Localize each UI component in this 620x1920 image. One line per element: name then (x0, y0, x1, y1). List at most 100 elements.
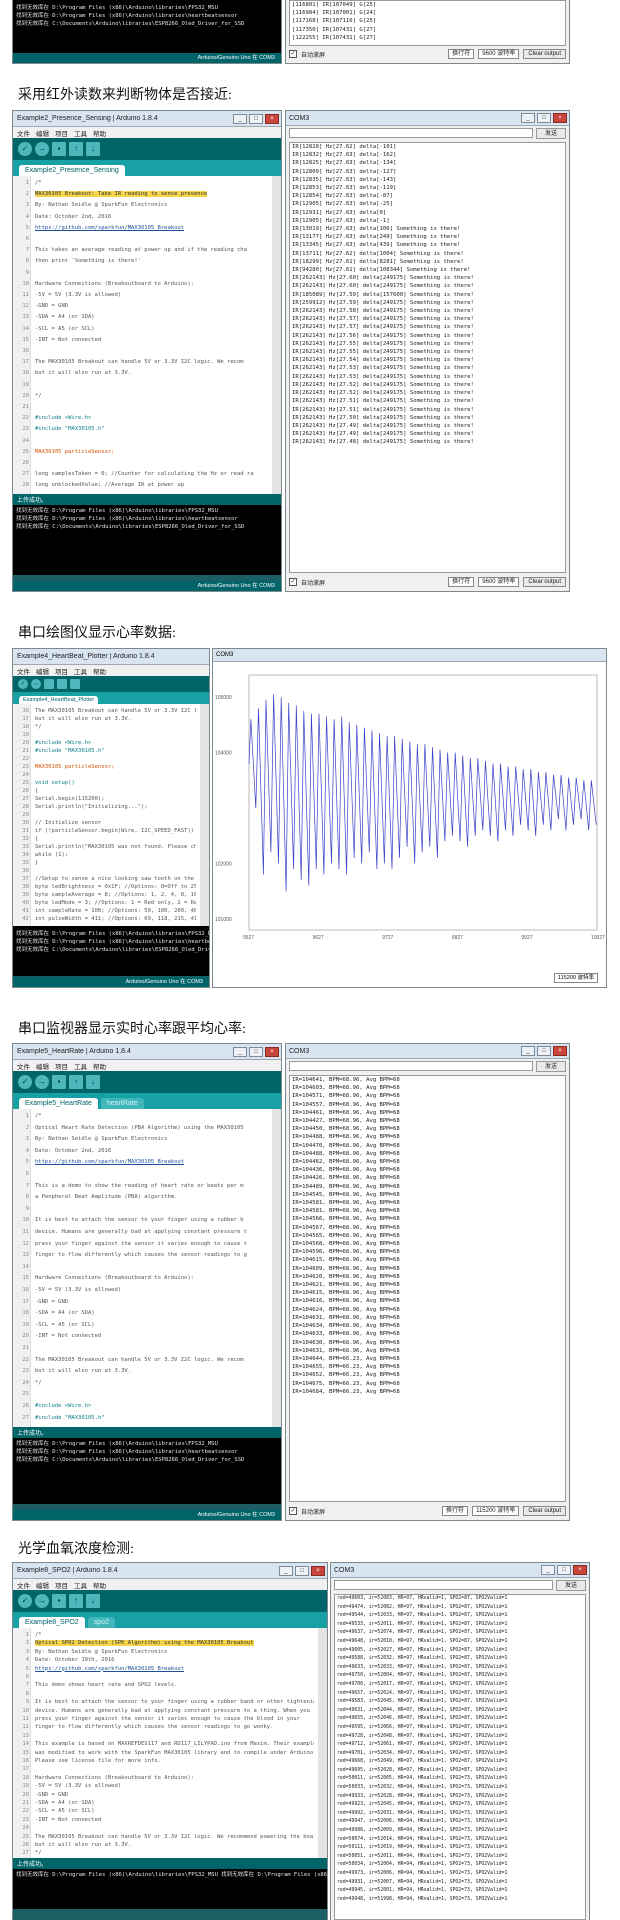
verify-icon[interactable]: ✓ (18, 1075, 32, 1089)
minimize-button[interactable]: _ (233, 1046, 247, 1057)
menu-item[interactable]: 文件 (17, 1580, 30, 1590)
code-editor[interactable]: 1 /* 2 Optical Heart Rate Detection (PBA A… (13, 1109, 281, 1427)
close-button[interactable]: × (265, 113, 279, 124)
menu-item[interactable]: 项目 (55, 1580, 68, 1590)
menu-item[interactable]: 项目 (55, 666, 68, 676)
menu-item[interactable]: 工具 (74, 666, 87, 676)
menu-item[interactable]: 编辑 (36, 666, 49, 676)
verify-icon[interactable]: ✓ (18, 142, 32, 156)
line-ending-select[interactable]: 换行符 (442, 1506, 469, 1516)
minimize-button[interactable]: _ (279, 1565, 293, 1576)
close-button[interactable]: × (573, 1565, 587, 1575)
menu-item[interactable]: 文件 (17, 128, 30, 138)
minimize-button[interactable]: _ (541, 1565, 555, 1575)
code-line: -GND = GND (35, 1298, 69, 1305)
menu-item[interactable]: 帮助 (93, 666, 106, 676)
code-line: Date: October 2nd, 2016 (35, 1147, 112, 1154)
code-editor[interactable]: 1 /* 2 MAX30105 Breakout: Take IR reading … (13, 176, 281, 494)
maximize-button[interactable]: □ (557, 1565, 571, 1575)
clear-output-button[interactable]: Clear output (523, 49, 566, 59)
upload-icon[interactable]: → (35, 1594, 49, 1608)
menu-item[interactable]: 项目 (55, 128, 68, 138)
serial-input[interactable] (289, 128, 533, 138)
open-icon[interactable]: ↑ (69, 1594, 83, 1608)
verify-icon[interactable]: ✓ (18, 1594, 32, 1608)
toolbar: ✓ → (13, 676, 209, 692)
line-ending-select[interactable]: 换行符 (448, 49, 475, 59)
open-icon[interactable] (57, 679, 67, 689)
open-icon[interactable]: ↑ (69, 1075, 83, 1089)
tab-sketch[interactable]: Example5_HeartRate (19, 1098, 98, 1109)
baud-select[interactable]: 9600 波特率 (478, 577, 520, 587)
maximize-button[interactable]: □ (537, 113, 551, 123)
clear-output-button[interactable]: Clear output (523, 577, 566, 587)
menu-item[interactable]: 编辑 (36, 1061, 49, 1071)
line-number: 21 (22, 748, 29, 754)
upload-icon[interactable]: → (35, 142, 49, 156)
serial-line: IR=104644, BPM=66.23, Avg BPM=68 (292, 1355, 400, 1362)
verify-icon[interactable]: ✓ (18, 679, 28, 689)
send-button[interactable]: 发送 (556, 1579, 586, 1591)
ide-footer: Arduino/Genuino Uno 在 COM3 (13, 977, 209, 987)
menu-item[interactable]: 帮助 (93, 1061, 106, 1071)
serial-input[interactable] (289, 1061, 533, 1071)
serial-line: IR=104489, BPM=68.96, Avg BPM=68 (292, 1183, 400, 1190)
line-ending-select[interactable]: 换行符 (448, 577, 475, 587)
line-number: 31 (22, 828, 29, 834)
plotter-baud-select[interactable]: 115200 波特率 (554, 973, 598, 983)
serial-line: IR=104488, BPM=68.96, Avg BPM=68 (292, 1150, 400, 1157)
autoscroll-checkbox[interactable]: ✓ (289, 578, 297, 586)
upload-icon[interactable]: → (35, 1075, 49, 1089)
new-icon[interactable]: ▪ (52, 1075, 66, 1089)
maximize-button[interactable]: □ (249, 113, 263, 124)
menu-item[interactable]: 文件 (17, 666, 30, 676)
code-editor[interactable]: 16 The MAX30105 Breakout can handle 5V o… (13, 704, 209, 926)
tab-sketch[interactable]: Example4_HeartBeat_Plotter (19, 696, 99, 704)
menu-item[interactable]: 项目 (55, 1061, 68, 1071)
save-icon[interactable]: ↓ (86, 142, 100, 156)
menu-item[interactable]: 帮助 (93, 1580, 106, 1590)
new-icon[interactable]: ▪ (52, 1594, 66, 1608)
minimize-button[interactable]: _ (233, 113, 247, 124)
close-button[interactable]: × (553, 1046, 567, 1056)
minimize-button[interactable]: _ (521, 113, 535, 123)
tab-sketch[interactable]: Example8_SPO2 (19, 1617, 85, 1628)
autoscroll-checkbox[interactable]: ✓ (289, 1507, 297, 1515)
maximize-button[interactable]: □ (295, 1565, 309, 1576)
maximize-button[interactable]: □ (537, 1046, 551, 1056)
menu-item[interactable]: 工具 (74, 1061, 87, 1071)
tab-spo2[interactable]: spo2 (87, 1617, 115, 1628)
save-icon[interactable] (70, 679, 80, 689)
menu-item[interactable]: 编辑 (36, 1580, 49, 1590)
close-button[interactable]: × (265, 1046, 279, 1057)
tab-heartrate[interactable]: heartRate (100, 1098, 144, 1109)
send-button[interactable]: 发送 (536, 127, 566, 139)
new-icon[interactable] (44, 679, 54, 689)
close-button[interactable]: × (311, 1565, 325, 1576)
upload-icon[interactable]: → (31, 679, 41, 689)
code-line: Hardware Connections (Breakoutboard to A… (35, 1774, 194, 1781)
serial-line: red=49588, ir=52032, HR=97, HRvalid=1, S… (337, 1656, 508, 1662)
menu-item[interactable]: 工具 (74, 1580, 87, 1590)
serial-input[interactable] (334, 1580, 553, 1590)
menu-item[interactable]: 帮助 (93, 128, 106, 138)
tab-sketch[interactable]: Example2_Presence_Sensing (19, 165, 125, 176)
y-tick-label: 102000 (215, 861, 232, 867)
code-editor[interactable]: 1 /* 2 Optical SP02 Detection (SPK Algorit… (13, 1628, 327, 1858)
new-icon[interactable]: ▪ (52, 142, 66, 156)
baud-select[interactable]: 9600 波特率 (478, 49, 520, 59)
menu-item[interactable]: 文件 (17, 1061, 30, 1071)
minimize-button[interactable]: _ (521, 1046, 535, 1056)
open-icon[interactable]: ↑ (69, 142, 83, 156)
line-number: 32 (22, 836, 29, 842)
save-icon[interactable]: ↓ (86, 1075, 100, 1089)
baud-select[interactable]: 115200 波特率 (472, 1506, 520, 1516)
menu-item[interactable]: 编辑 (36, 128, 49, 138)
save-icon[interactable]: ↓ (86, 1594, 100, 1608)
autoscroll-checkbox[interactable]: ✓ (289, 50, 297, 58)
close-button[interactable]: × (553, 113, 567, 123)
menu-item[interactable]: 工具 (74, 128, 87, 138)
maximize-button[interactable]: □ (249, 1046, 263, 1057)
clear-output-button[interactable]: Clear output (523, 1506, 566, 1516)
send-button[interactable]: 发送 (536, 1060, 566, 1072)
